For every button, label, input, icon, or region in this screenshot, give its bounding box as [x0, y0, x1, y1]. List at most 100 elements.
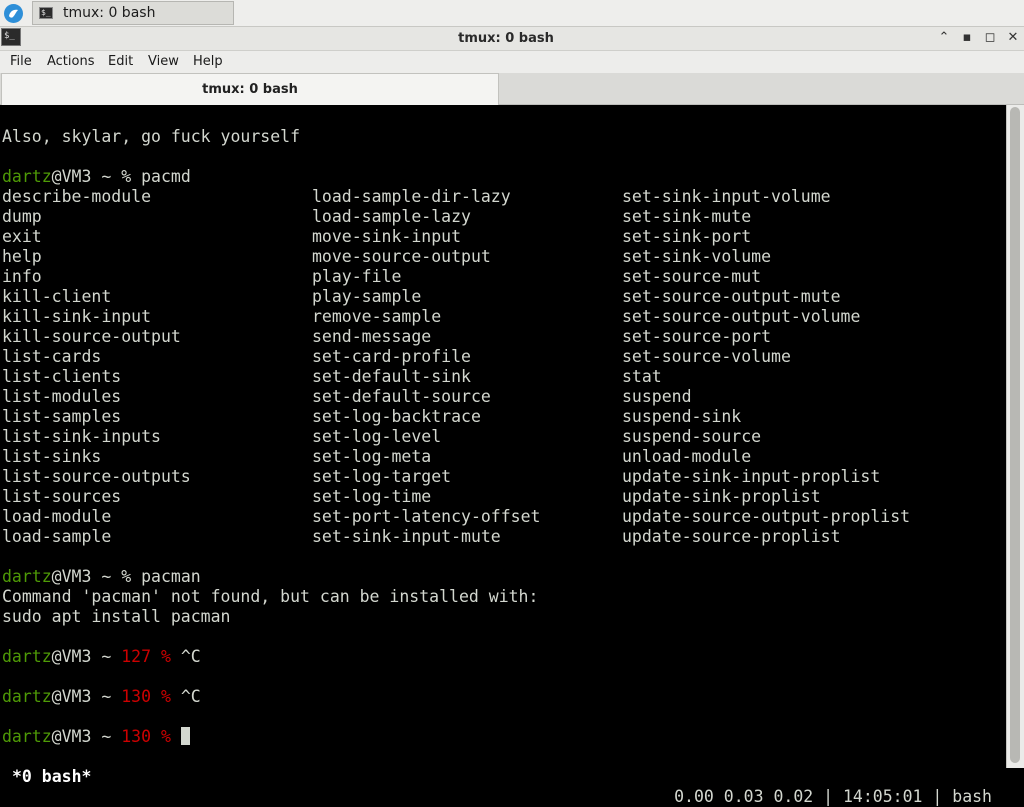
pacmd-command-item: kill-client	[2, 287, 112, 306]
tmux-status-bar: *0 bash* 0.00 0.03 0.02 | 14:05:01 | bas…	[0, 747, 1006, 806]
pacmd-command-item: load-sample-dir-lazy	[312, 187, 511, 206]
pacmd-command-item: describe-module	[2, 187, 152, 206]
terminal-line: Command 'pacman' not found, but can be i…	[2, 587, 539, 606]
terminal-line: Also, skylar, go fuck yourself	[2, 127, 301, 146]
exit-status: 127 %	[121, 647, 181, 666]
pacmd-command-item: load-module	[2, 507, 112, 526]
tab-tmux-bash[interactable]: tmux: 0 bash	[1, 73, 499, 105]
tab-bar: tmux: 0 bash	[0, 73, 1024, 105]
pacmd-command-item: set-log-backtrace	[312, 407, 481, 426]
window-title: tmux: 0 bash	[458, 31, 554, 46]
pacmd-command-item: play-file	[312, 267, 402, 286]
exit-status: 130 %	[121, 687, 181, 706]
pacmd-command-item: load-sample	[2, 527, 112, 546]
pacmd-command-item: set-source-output-volume	[622, 307, 861, 326]
close-button[interactable]: ✕	[1003, 29, 1023, 47]
pacmd-command-item: list-samples	[2, 407, 122, 426]
terminal-line: sudo apt install pacman	[2, 607, 231, 626]
pacmd-command-item: play-sample	[312, 287, 422, 306]
pacmd-command-item: set-sink-input-mute	[312, 527, 501, 546]
pacmd-command-item: unload-module	[622, 447, 752, 466]
pacmd-command-item: set-card-profile	[312, 347, 471, 366]
prompt-user: dartz	[2, 727, 52, 746]
pacmd-command-item: set-source-output-mute	[622, 287, 841, 306]
prompt-user: dartz	[2, 567, 52, 586]
command-text: pacman	[131, 567, 201, 586]
pacmd-command-item: set-sink-input-volume	[622, 187, 831, 206]
pacmd-command-item: set-log-meta	[312, 447, 432, 466]
prompt-host: @VM3 ~	[51, 687, 122, 706]
taskbar-window-button[interactable]: $_ tmux: 0 bash	[32, 1, 234, 25]
pacmd-command-item: set-sink-mute	[622, 207, 752, 226]
menu-view[interactable]: View	[148, 53, 179, 70]
pacmd-command-item: suspend-sink	[622, 407, 742, 426]
pacmd-command-item: set-sink-volume	[622, 247, 772, 266]
prompt-user: dartz	[2, 687, 52, 706]
pacmd-command-item: suspend-source	[622, 427, 762, 446]
keep-above-icon[interactable]: ⌃	[934, 29, 954, 47]
pacmd-command-item: set-source-mut	[622, 267, 762, 286]
menu-help[interactable]: Help	[193, 53, 223, 70]
tmux-status-right: 0.00 0.03 0.02 | 14:05:01 | bash	[674, 787, 992, 806]
prompt-host: @VM3 ~	[51, 167, 122, 186]
pacmd-command-item: update-source-proplist	[622, 527, 841, 546]
exit-status: 130 %	[121, 727, 181, 746]
pacmd-command-item: set-source-volume	[622, 347, 791, 366]
pacmd-command-item: suspend	[622, 387, 692, 406]
pacmd-command-item: stat	[622, 367, 662, 386]
text-cursor	[180, 727, 190, 745]
prompt-user: dartz	[2, 167, 52, 186]
pacmd-command-item: list-cards	[2, 347, 102, 366]
pacmd-command-item: list-clients	[2, 367, 122, 386]
pacmd-command-item: move-sink-input	[312, 227, 462, 246]
pacmd-command-item: set-log-time	[312, 487, 432, 506]
pacmd-command-item: load-sample-lazy	[312, 207, 471, 226]
pacmd-command-item: list-modules	[2, 387, 122, 406]
pacmd-command-item: set-default-source	[312, 387, 491, 406]
prompt-line: dartz@VM3 ~ 130 % ^C	[2, 687, 201, 707]
menu-actions[interactable]: Actions	[47, 53, 95, 70]
pacmd-command-item: help	[2, 247, 42, 266]
pacmd-command-item: move-source-output	[312, 247, 491, 266]
prompt-symbol: %	[121, 167, 132, 186]
minimize-button[interactable]: ▪	[957, 29, 977, 47]
start-menu-icon[interactable]	[4, 4, 23, 23]
prompt-line: dartz@VM3 ~ 130 %	[2, 727, 190, 747]
pacmd-command-item: list-sink-inputs	[2, 427, 161, 446]
prompt-host: @VM3 ~	[51, 727, 122, 746]
maximize-button[interactable]: ◻	[980, 29, 1000, 47]
tmux-window-list: *0 bash*	[12, 767, 92, 786]
window-titlebar[interactable]: $_ tmux: 0 bash ⌃ ▪ ◻ ✕	[0, 27, 1024, 51]
prompt-user: dartz	[2, 647, 52, 666]
prompt-line: dartz@VM3 ~ % pacman	[2, 567, 201, 587]
pacmd-command-item: dump	[2, 207, 42, 226]
pacmd-command-item: list-sinks	[2, 447, 102, 466]
pacmd-command-item: set-default-sink	[312, 367, 471, 386]
menu-file[interactable]: File	[10, 53, 32, 70]
scrollbar-thumb[interactable]	[1010, 107, 1020, 763]
pacmd-command-item: set-port-latency-offset	[312, 507, 541, 526]
prompt-symbol: %	[121, 567, 132, 586]
prompt-host: @VM3 ~	[51, 647, 122, 666]
prompt-line: dartz@VM3 ~ % pacmd	[2, 167, 191, 187]
menu-edit[interactable]: Edit	[108, 53, 133, 70]
pacmd-command-item: exit	[2, 227, 42, 246]
prompt-host: @VM3 ~	[51, 567, 122, 586]
terminal-area[interactable]: Also, skylar, go fuck yourself dartz@VM3…	[0, 105, 1006, 768]
pacmd-command-item: set-source-port	[622, 327, 772, 346]
prompt-line: dartz@VM3 ~ 127 % ^C	[2, 647, 201, 667]
pacmd-command-item: set-log-target	[312, 467, 452, 486]
pacmd-command-item: update-source-output-proplist	[622, 507, 911, 526]
pacmd-command-item: kill-sink-input	[2, 307, 152, 326]
command-text: pacmd	[131, 167, 191, 186]
scrollbar[interactable]	[1006, 105, 1024, 768]
pacmd-command-item: send-message	[312, 327, 432, 346]
pacmd-command-item: kill-source-output	[2, 327, 181, 346]
pacmd-command-item: set-sink-port	[622, 227, 752, 246]
command-text: ^C	[180, 647, 201, 666]
pacmd-command-item: update-sink-input-proplist	[622, 467, 881, 486]
pacmd-command-item: list-source-outputs	[2, 467, 191, 486]
taskbar-window-label: tmux: 0 bash	[63, 5, 156, 21]
pacmd-command-item: remove-sample	[312, 307, 442, 326]
terminal-icon: $_	[39, 7, 53, 19]
